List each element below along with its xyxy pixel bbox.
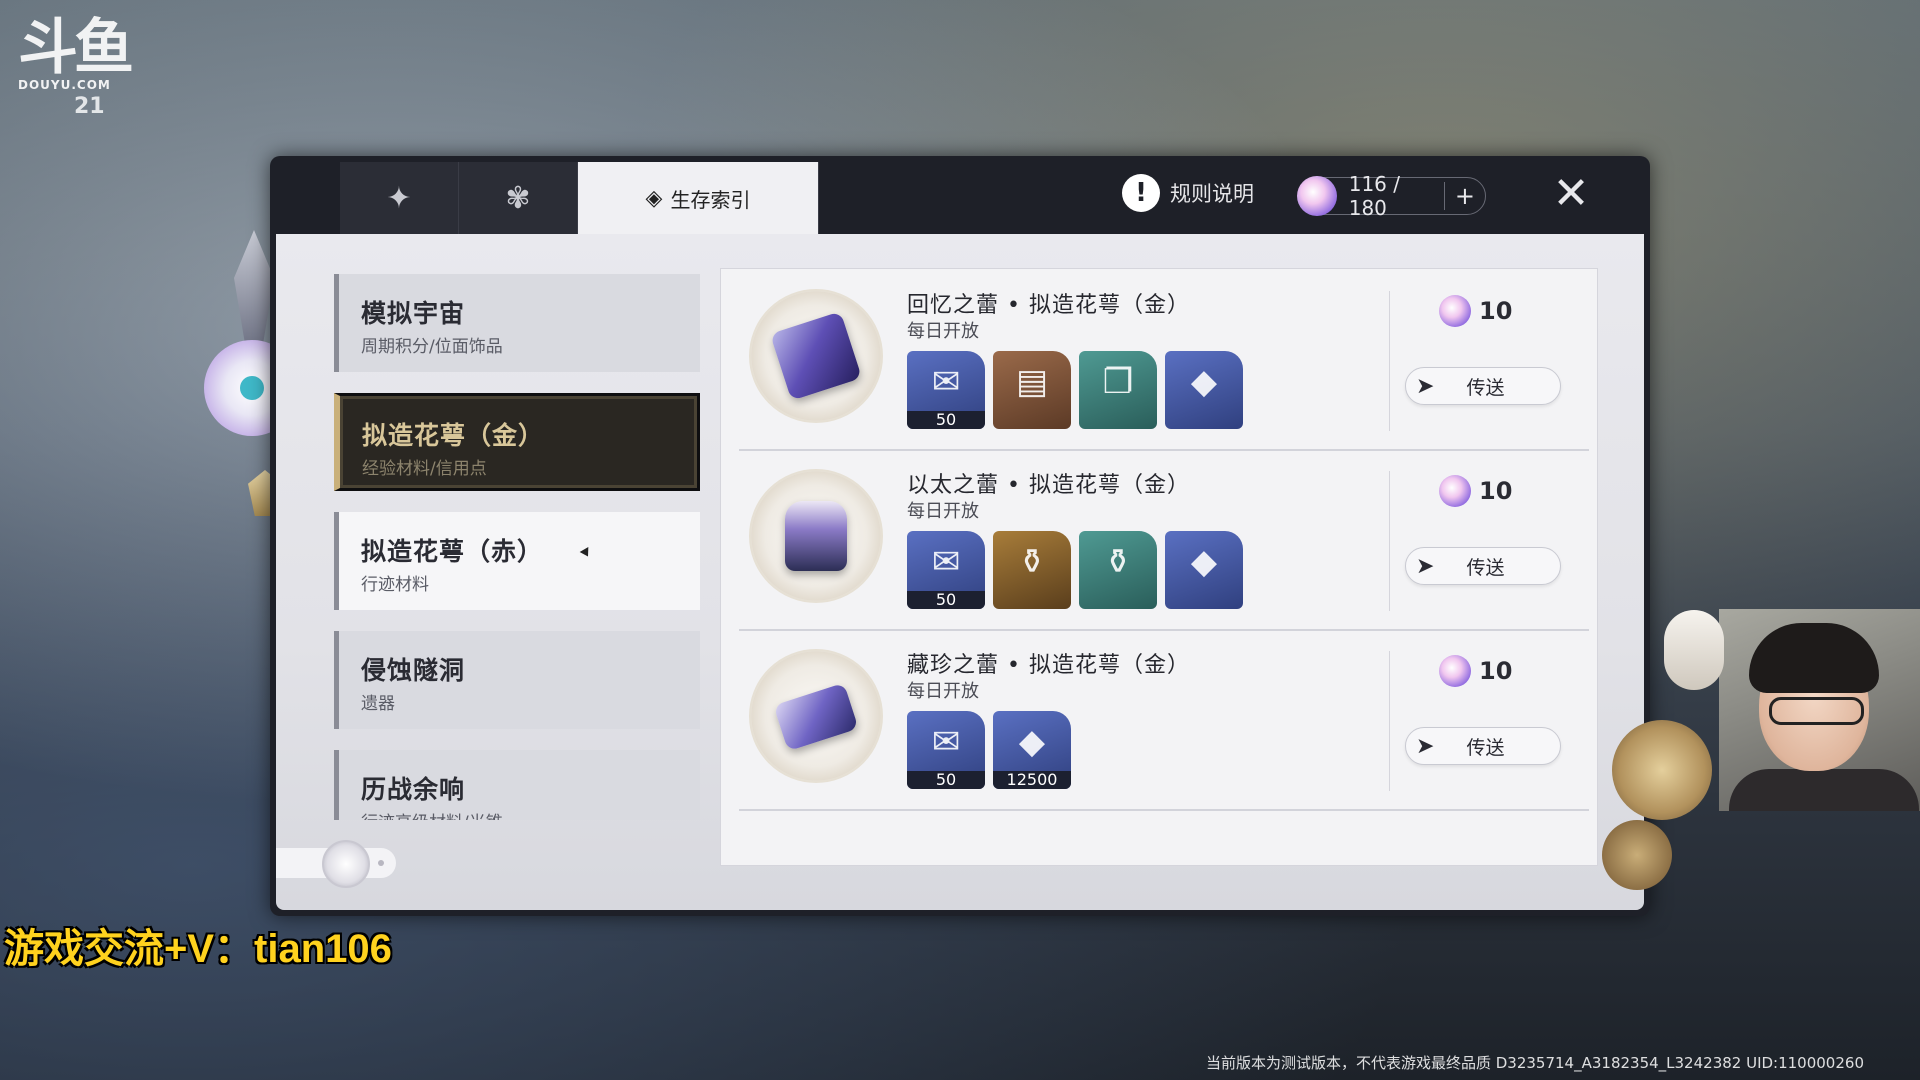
trailblaze-power-icon (1439, 655, 1471, 687)
category-desc: 遗器 (361, 694, 395, 714)
survival-index-panel: ✦ ✾ ◈ 生存索引 ! 规则说明 116 / 180 + ✕ 模拟宇宙 周期积… (270, 156, 1650, 916)
refined-aether-icon[interactable]: ⚱ (993, 531, 1071, 609)
teleport-label: 传送 (1466, 376, 1505, 399)
send-arrow-icon: ➤ (1416, 373, 1435, 399)
category-name: 模拟宇宙 (361, 299, 466, 328)
power-cost-value: 10 (1479, 657, 1513, 685)
teleport-button[interactable]: ➤ 传送 (1405, 547, 1561, 585)
flower-icon: ✾ (505, 180, 531, 216)
domain-row: 以太之蕾 • 拟造花萼（金） 每日开放 ✉ 50 ⚱ ⚱ ◆ 10 ➤ 传送 (739, 449, 1589, 631)
send-arrow-icon: ➤ (1416, 733, 1435, 759)
category-echo-of-war[interactable]: 历战余响 行迹高级材料/光锥 (334, 750, 700, 820)
exclamation-icon: ! (1122, 174, 1160, 212)
douyu-logo: 斗鱼 DOUYU.COM 21 (18, 18, 138, 128)
category-cavern-of-corrosion[interactable]: 侵蚀隧洞 遗器 (334, 631, 700, 729)
category-name: 拟造花萼（赤） (361, 537, 544, 566)
aether-lantern-icon (785, 501, 847, 571)
douyu-logo-mark: 斗鱼 (18, 13, 134, 83)
clover-ornament-small (1602, 820, 1672, 890)
rules-button[interactable]: ! 规则说明 (1122, 174, 1254, 212)
send-arrow-icon: ➤ (1416, 553, 1435, 579)
tab-survival-index-label: 生存索引 (670, 187, 751, 212)
credit-card-icon[interactable]: ◆ (1165, 351, 1243, 429)
exp-book-icon (769, 311, 863, 401)
teleport-button[interactable]: ➤ 传送 (1405, 727, 1561, 765)
trailblaze-power-icon (1439, 475, 1471, 507)
page-dot (378, 860, 384, 866)
domain-title: 藏珍之蕾 • 拟造花萼（金） (907, 653, 1190, 678)
category-desc: 行迹材料 (361, 575, 429, 595)
domain-title: 以太之蕾 • 拟造花萼（金） (907, 473, 1190, 498)
streamer-webcam (1719, 609, 1920, 811)
reward-list: ✉ 50 ▤ ❐ ◆ (907, 351, 1243, 429)
domain-availability: 每日开放 (907, 681, 979, 702)
teleport-label: 传送 (1466, 736, 1505, 759)
travel-encounters-icon[interactable]: ❐ (1079, 351, 1157, 429)
trailblaze-power-icon (1439, 295, 1471, 327)
domain-emblem (749, 289, 883, 423)
credit-card-icon[interactable]: ◆ 12500 (993, 711, 1071, 789)
category-calyx-golden[interactable]: 拟造花萼（金） 经验材料/信用点 (334, 393, 700, 491)
category-desc: 经验材料/信用点 (362, 459, 487, 479)
pet-ornament (1664, 610, 1724, 690)
category-name: 历战余响 (361, 775, 466, 804)
domain-emblem (749, 469, 883, 603)
category-simulated-universe[interactable]: 模拟宇宙 周期积分/位面饰品 (334, 274, 700, 372)
credit-card-item-icon (773, 682, 859, 752)
rune-icon: ✦ (386, 180, 412, 216)
reward-list: ✉ 50 ◆ 12500 (907, 711, 1071, 789)
rules-label: 规则说明 (1170, 182, 1254, 206)
tab-flower[interactable]: ✾ (459, 162, 578, 234)
domain-availability: 每日开放 (907, 501, 979, 522)
teleport-button[interactable]: ➤ 传送 (1405, 367, 1561, 405)
category-desc: 周期积分/位面饰品 (361, 337, 503, 357)
domain-title: 回忆之蕾 • 拟造花萼（金） (907, 293, 1190, 318)
reward-list: ✉ 50 ⚱ ⚱ ◆ (907, 531, 1243, 609)
teleport-label: 传送 (1466, 556, 1505, 579)
room-number: 21 (74, 94, 105, 119)
right-ornament (1602, 610, 1724, 900)
power-cost-value: 10 (1479, 297, 1513, 325)
promo-text: 游戏交流+V：tian106 (4, 927, 392, 971)
power-cost: 10 (1439, 475, 1512, 507)
power-cost: 10 (1439, 655, 1512, 687)
spire-ornament (234, 230, 274, 350)
category-name: 拟造花萼（金） (362, 421, 545, 450)
page-indicator (276, 840, 396, 888)
trailblaze-power-icon (1297, 176, 1337, 216)
domain-list: 回忆之蕾 • 拟造花萼（金） 每日开放 ✉ 50 ▤ ❐ ◆ 10 ➤ 传送 以… (720, 268, 1598, 866)
compass-icon: ◈ (645, 185, 663, 211)
tab-survival-index[interactable]: ◈ 生存索引 (578, 162, 819, 234)
category-list: 模拟宇宙 周期积分/位面饰品 拟造花萼（金） 经验材料/信用点 拟造花萼（赤） … (334, 274, 700, 841)
power-cost: 10 (1439, 295, 1512, 327)
credit-card-icon[interactable]: ◆ (1165, 531, 1243, 609)
domain-emblem (749, 649, 883, 783)
tab-bar: ✦ ✾ ◈ 生存索引 (340, 162, 819, 234)
version-watermark: 当前版本为测试版本，不代表游戏最终品质 D3235714_A3182354_L3… (1205, 1054, 1864, 1072)
clover-ornament (1612, 720, 1712, 820)
category-name: 侵蚀隧洞 (361, 656, 466, 685)
category-calyx-crimson[interactable]: 拟造花萼（赤） 行迹材料 (334, 512, 700, 610)
trailblaze-exp-icon[interactable]: ✉ 50 (907, 711, 985, 789)
adventure-log-icon[interactable]: ▤ (993, 351, 1071, 429)
trailblaze-power: 116 / 180 + (1297, 172, 1486, 220)
category-desc: 行迹高级材料/光锥 (361, 808, 700, 820)
trailblaze-exp-icon[interactable]: ✉ 50 (907, 351, 985, 429)
panel-body: 模拟宇宙 周期积分/位面饰品 拟造花萼（金） 经验材料/信用点 拟造花萼（赤） … (276, 234, 1644, 910)
domain-row: 回忆之蕾 • 拟造花萼（金） 每日开放 ✉ 50 ▤ ❐ ◆ 10 ➤ 传送 (739, 269, 1589, 451)
add-power-button[interactable]: + (1443, 182, 1475, 210)
trailblaze-power-value: 116 / 180 (1348, 172, 1401, 220)
power-cost-value: 10 (1479, 477, 1513, 505)
condensed-aether-icon[interactable]: ⚱ (1079, 531, 1157, 609)
domain-availability: 每日开放 (907, 321, 979, 342)
tab-rune[interactable]: ✦ (340, 162, 459, 234)
trailblaze-exp-icon[interactable]: ✉ 50 (907, 531, 985, 609)
domain-row: 藏珍之蕾 • 拟造花萼（金） 每日开放 ✉ 50 ◆ 12500 10 ➤ 传送 (739, 629, 1589, 811)
close-button[interactable]: ✕ (1547, 170, 1595, 218)
emblem-icon (322, 840, 370, 888)
